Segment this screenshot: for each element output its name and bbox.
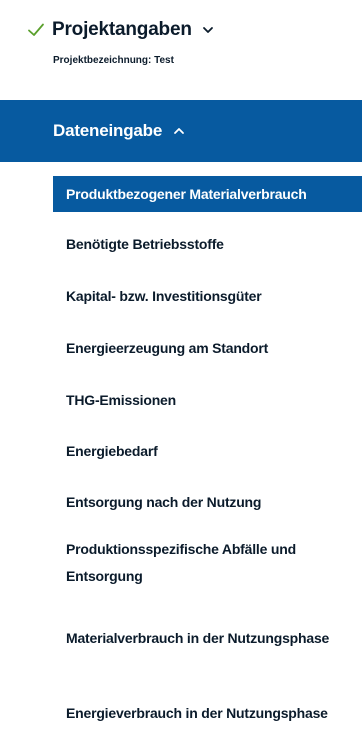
menu-item-label: Produktionsspezifische Abfälle und Entso… [66, 541, 296, 584]
chevron-up-icon [174, 128, 184, 134]
menu-item-produktbezogener-materialverbrauch[interactable]: Produktbezogener Materialverbrauch [53, 176, 362, 212]
menu-item-label: Energieerzeugung am Standort [66, 339, 269, 356]
menu-item-kapital-investitionsgueter[interactable]: Kapital- bzw. Investitionsgüter [53, 275, 362, 317]
project-section-title: Projektangaben [52, 19, 192, 40]
menu-item-label: Energieverbrauch in der Nutzungsphase [66, 704, 328, 721]
project-name-line: Projektbezeichnung: Test [53, 54, 174, 66]
project-section-header[interactable]: Projektangaben [26, 12, 214, 48]
data-section-header[interactable]: Dateneingabe [0, 100, 362, 162]
menu-item-label: Kapital- bzw. Investitionsgüter [66, 287, 262, 304]
menu-item-label: THG-Emissionen [66, 391, 176, 408]
check-icon [28, 23, 44, 36]
menu-item-label: Energiebedarf [66, 442, 158, 459]
menu-item-energiebedarf[interactable]: Energiebedarf [53, 430, 362, 472]
menu-item-energieverbrauch-nutzungsphase[interactable]: Energieverbrauch in der Nutzungsphase [53, 683, 362, 743]
menu-item-label: Entsorgung nach der Nutzung [66, 493, 262, 510]
menu-item-label: Produktbezogener Materialverbrauch [66, 185, 307, 202]
menu-item-entsorgung-nach-der-nutzung[interactable]: Entsorgung nach der Nutzung [53, 481, 362, 523]
menu-item-energieerzeugung-am-standort[interactable]: Energieerzeugung am Standort [53, 327, 362, 369]
menu-item-thg-emissionen[interactable]: THG-Emissionen [53, 379, 362, 421]
menu-item-benoetigte-betriebsstoffe[interactable]: Benötigte Betriebsstoffe [53, 223, 362, 265]
menu-item-materialverbrauch-nutzungsphase[interactable]: Materialverbrauch in der Nutzungsphase [53, 608, 362, 668]
sidebar-navigation: Projektangaben Projektbezeichnung: Test … [0, 0, 362, 753]
data-section-title: Dateneingabe [53, 121, 163, 140]
chevron-down-icon [202, 27, 213, 33]
menu-item-produktionsspezifische-abfaelle[interactable]: Produktionsspezifische Abfälle und Entso… [53, 533, 362, 593]
menu-item-label: Materialverbrauch in der Nutzungsphase [66, 629, 330, 646]
menu-item-label: Benötigte Betriebsstoffe [66, 235, 224, 252]
